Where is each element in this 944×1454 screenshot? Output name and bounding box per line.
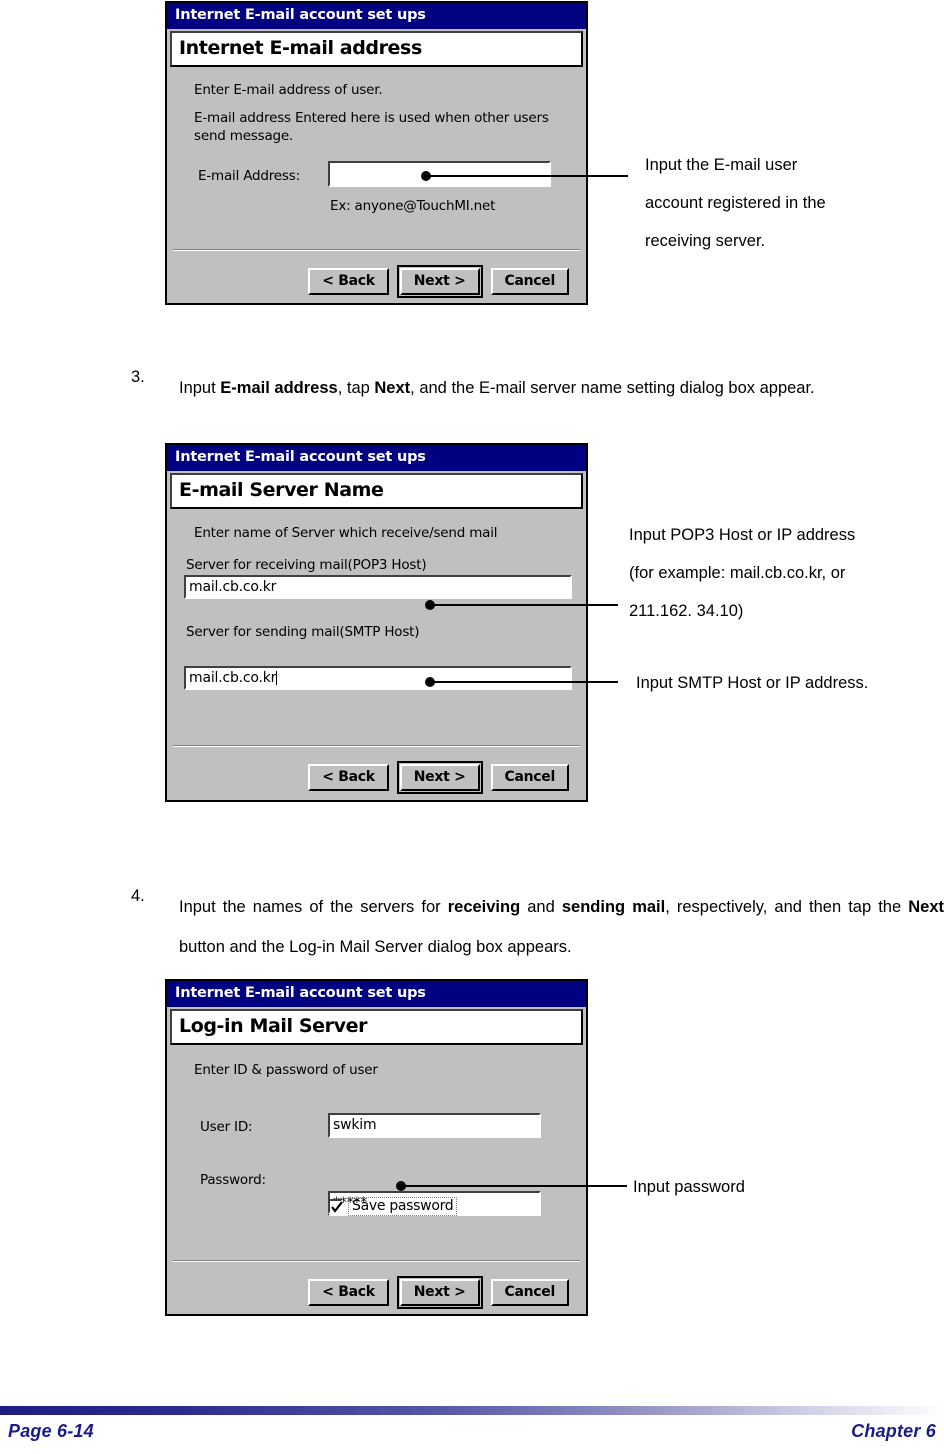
checkbox-icon[interactable] bbox=[328, 1198, 343, 1214]
dialog3-heading: Log-in Mail Server bbox=[170, 1008, 583, 1045]
dialog2-back-button[interactable]: < Back bbox=[308, 764, 389, 791]
step-3-number: 3. bbox=[131, 368, 145, 386]
dialog2-body: Enter name of Server which receive/send … bbox=[170, 512, 583, 729]
dialog1-intro-line1: Enter E-mail address of user. bbox=[194, 81, 383, 98]
dialog3-intro: Enter ID & password of user bbox=[194, 1061, 378, 1078]
step-segment: , and the E-mail server name setting dia… bbox=[410, 379, 815, 397]
pop3-host-value: mail.cb.co.kr bbox=[189, 578, 277, 595]
callout1-leader-line bbox=[426, 175, 628, 177]
step-segment: Next bbox=[908, 898, 944, 916]
step-segment: E-mail address bbox=[220, 379, 338, 397]
dialog3-titlebar: Internet E-mail account set ups bbox=[167, 981, 586, 1007]
annotation-email-user-account: Input the E-mail user account registered… bbox=[645, 146, 826, 260]
callout4-leader-line bbox=[401, 1185, 627, 1187]
footer-chapter-label: Chapter 6 bbox=[851, 1421, 936, 1441]
step-segment: Input the names of the servers for bbox=[179, 898, 448, 916]
dialog3-separator bbox=[173, 1260, 580, 1262]
dialog2-heading: E-mail Server Name bbox=[170, 472, 583, 509]
footer-page-label: Page 6-14 bbox=[8, 1421, 94, 1441]
dialog2-titlebar: Internet E-mail account set ups bbox=[167, 445, 586, 471]
step-segment: , tap bbox=[337, 379, 375, 397]
save-password-checkbox[interactable]: Save password bbox=[328, 1196, 458, 1216]
check-mark-icon bbox=[331, 1200, 343, 1213]
step-segment: button and the Log-in Mail Server dialog… bbox=[179, 938, 572, 956]
dialog1-heading: Internet E-mail address bbox=[170, 30, 583, 67]
dialog3-next-button[interactable]: Next > bbox=[396, 1276, 483, 1309]
dialog1-separator bbox=[173, 249, 580, 251]
smtp-host-caret bbox=[276, 670, 278, 685]
smtp-host-value: mail.cb.co.kr bbox=[189, 669, 277, 686]
annotation3-line1: Input SMTP Host or IP address. bbox=[636, 674, 869, 692]
step-4-text: Input the names of the servers for recei… bbox=[179, 887, 944, 967]
dialog1-intro-line3: send message. bbox=[194, 127, 294, 144]
dialog-email-server-name: Internet E-mail account set ups E-mail S… bbox=[165, 443, 588, 802]
annotation1-line1: Input the E-mail user bbox=[645, 156, 798, 174]
dialog2-separator bbox=[173, 745, 580, 747]
footer-divider bbox=[0, 1406, 944, 1415]
dialog-internet-email-address: Internet E-mail account set ups Internet… bbox=[165, 1, 588, 305]
pop3-host-input[interactable]: mail.cb.co.kr bbox=[184, 574, 572, 599]
dialog2-intro: Enter name of Server which receive/send … bbox=[194, 524, 498, 541]
dialog3-back-button[interactable]: < Back bbox=[308, 1279, 389, 1306]
step-segment: Input bbox=[179, 379, 221, 397]
callout3-leader-line bbox=[430, 681, 618, 683]
dialog1-button-row: < Back Next > Cancel bbox=[170, 258, 583, 305]
dialog3-body: Enter ID & password of user User ID: swk… bbox=[170, 1048, 583, 1244]
dialog3-cancel-button[interactable]: Cancel bbox=[490, 1279, 569, 1306]
step-4-number: 4. bbox=[131, 887, 145, 905]
annotation-pop3-host: Input POP3 Host or IP address (for examp… bbox=[629, 516, 855, 630]
step-segment: and bbox=[520, 898, 562, 916]
annotation1-line3: receiving server. bbox=[645, 232, 766, 250]
user-id-label: User ID: bbox=[200, 1118, 253, 1135]
save-password-label: Save password bbox=[348, 1196, 458, 1216]
dialog1-cancel-button[interactable]: Cancel bbox=[490, 268, 569, 295]
step-segment: Next bbox=[374, 379, 411, 397]
annotation1-line2: account registered in the bbox=[645, 194, 826, 212]
dialog2-button-row: < Back Next > Cancel bbox=[170, 754, 583, 801]
step-4: 4. Input the names of the servers for re… bbox=[131, 887, 944, 967]
dialog-log-in-mail-server: Internet E-mail account set ups Log-in M… bbox=[165, 979, 588, 1316]
annotation4-line1: Input password bbox=[633, 1178, 745, 1196]
annotation2-line2: (for example: mail.cb.co.kr, or bbox=[629, 564, 846, 582]
step-3-text: Input E-mail address, tap Next, and the … bbox=[179, 368, 944, 408]
email-address-example: Ex: anyone@TouchMI.net bbox=[330, 197, 496, 214]
email-address-input[interactable] bbox=[328, 160, 551, 187]
step-segment: sending mail bbox=[561, 898, 666, 916]
annotation-input-password: Input password bbox=[633, 1168, 745, 1206]
pop3-host-label: Server for receiving mail(POP3 Host) bbox=[186, 556, 427, 573]
dialog1-titlebar: Internet E-mail account set ups bbox=[167, 3, 586, 29]
password-label: Password: bbox=[200, 1171, 266, 1188]
step-segment: , respectively, and then tap the bbox=[665, 898, 909, 916]
annotation2-line3: 211.162. 34.10) bbox=[629, 602, 744, 620]
email-address-label: E-mail Address: bbox=[198, 167, 300, 184]
smtp-host-input[interactable]: mail.cb.co.kr bbox=[184, 665, 572, 690]
user-id-value: swkim bbox=[333, 1117, 377, 1133]
annotation-smtp-host: Input SMTP Host or IP address. bbox=[636, 664, 868, 702]
dialog1-body: Enter E-mail address of user. E-mail add… bbox=[170, 70, 583, 233]
dialog1-next-button[interactable]: Next > bbox=[396, 265, 483, 298]
annotation2-line1: Input POP3 Host or IP address bbox=[629, 526, 856, 544]
step-segment: receiving bbox=[447, 898, 521, 916]
callout2-leader-line bbox=[430, 604, 618, 606]
dialog2-cancel-button[interactable]: Cancel bbox=[490, 764, 569, 791]
dialog3-button-row: < Back Next > Cancel bbox=[170, 1269, 583, 1316]
dialog1-intro-line2: E-mail address Entered here is used when… bbox=[194, 109, 549, 126]
dialog1-back-button[interactable]: < Back bbox=[308, 268, 389, 295]
step-3: 3. Input E-mail address, tap Next, and t… bbox=[131, 368, 944, 408]
user-id-input[interactable]: swkim bbox=[328, 1112, 541, 1138]
smtp-host-label: Server for sending mail(SMTP Host) bbox=[186, 623, 420, 640]
dialog2-next-button[interactable]: Next > bbox=[396, 761, 483, 794]
